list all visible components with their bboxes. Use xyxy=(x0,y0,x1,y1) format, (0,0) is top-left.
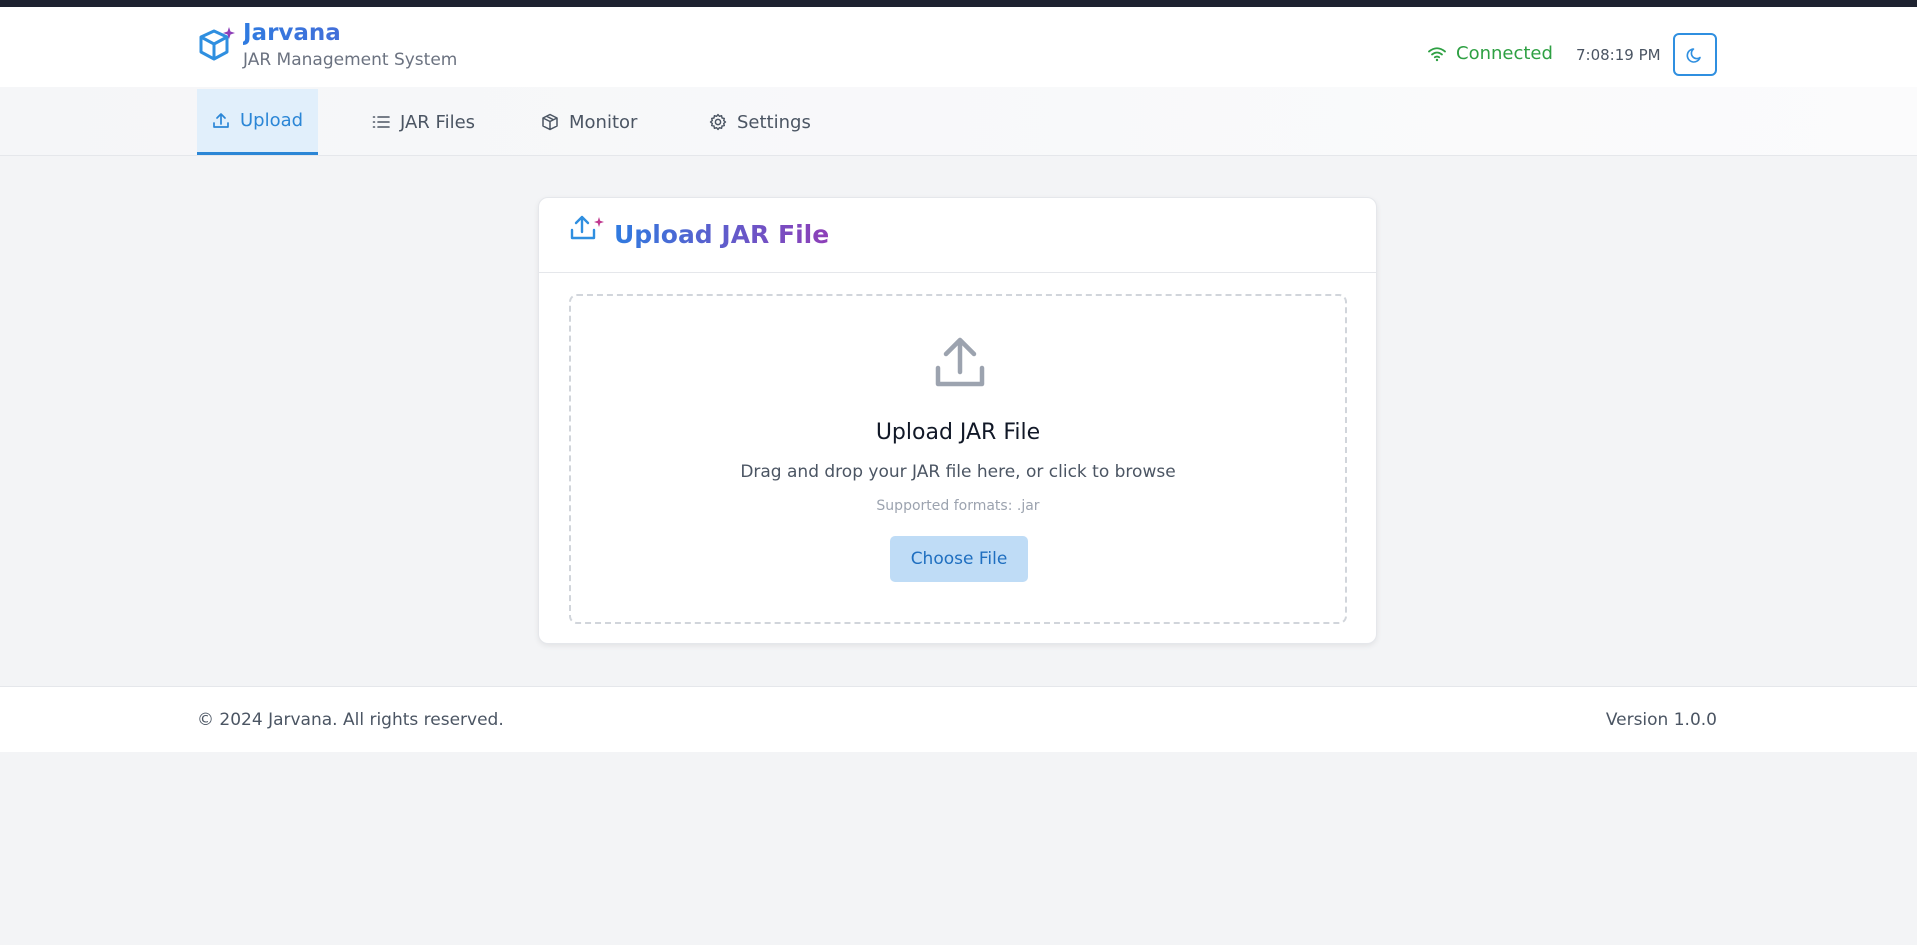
tab-jar-files[interactable]: JAR Files xyxy=(372,89,475,155)
list-icon xyxy=(372,116,390,128)
app-header: Jarvana JAR Management System Connected … xyxy=(0,7,1917,87)
tab-settings-label: Settings xyxy=(737,111,811,133)
version-text: Version 1.0.0 xyxy=(1605,710,1717,730)
wifi-icon xyxy=(1428,46,1446,61)
tab-monitor[interactable]: Monitor xyxy=(541,89,637,155)
upload-icon xyxy=(213,112,229,128)
copyright-text: © 2024 Jarvana. All rights reserved. xyxy=(197,710,504,730)
upload-card: Upload JAR File Upload JAR File Drag and… xyxy=(538,197,1377,644)
dropzone-description: Drag and drop your JAR file here, or cli… xyxy=(740,462,1176,482)
moon-icon xyxy=(1686,47,1701,63)
tab-monitor-label: Monitor xyxy=(569,111,638,133)
package-icon xyxy=(542,113,558,131)
upload-icon xyxy=(935,337,985,387)
top-strip xyxy=(0,0,1917,7)
upload-card-header: Upload JAR File xyxy=(539,198,1376,273)
connection-status-label: Connected xyxy=(1456,43,1553,64)
tab-upload-label: Upload xyxy=(240,110,304,131)
app-subtitle: JAR Management System xyxy=(243,50,458,70)
dropzone-title: Upload JAR File xyxy=(875,420,1041,445)
cube-sparkle-icon xyxy=(199,27,235,61)
tab-jar-files-label: JAR Files xyxy=(400,111,476,133)
clock: 7:08:19 PM xyxy=(1576,46,1661,64)
connection-status: Connected xyxy=(1428,43,1553,64)
gear-icon xyxy=(709,113,727,131)
upload-card-title: Upload JAR File xyxy=(614,220,830,249)
app-footer: © 2024 Jarvana. All rights reserved. Ver… xyxy=(0,686,1917,752)
main-tabs: Upload JAR Files Monitor Settings xyxy=(0,87,1917,156)
brand[interactable]: Jarvana JAR Management System xyxy=(197,18,457,70)
upload-sparkle-icon xyxy=(570,215,604,240)
app-title: Jarvana xyxy=(243,18,457,48)
theme-toggle-button[interactable] xyxy=(1673,33,1717,76)
file-dropzone[interactable]: Upload JAR File Drag and drop your JAR f… xyxy=(569,294,1347,624)
choose-file-button[interactable]: Choose File xyxy=(890,536,1028,582)
tab-settings[interactable]: Settings xyxy=(709,89,811,155)
tab-upload[interactable]: Upload xyxy=(197,89,319,155)
supported-formats: Supported formats: .jar xyxy=(876,498,1040,514)
